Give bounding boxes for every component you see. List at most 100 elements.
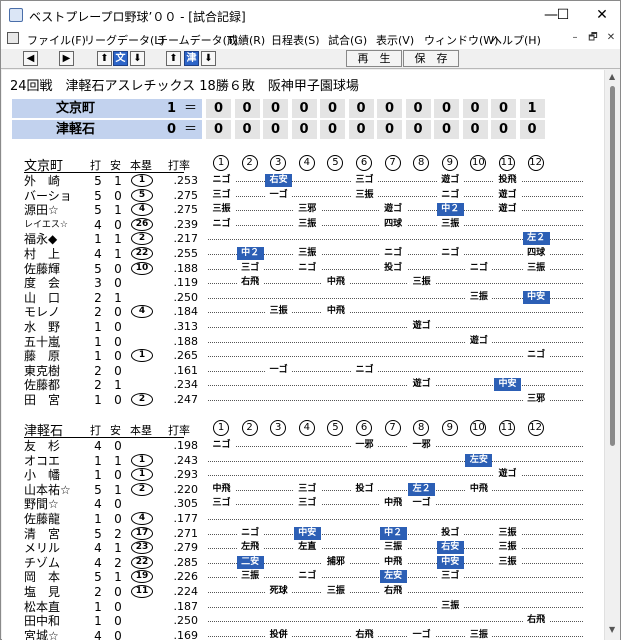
hits: 0 <box>114 393 122 407</box>
player-row: 村 上 4 1 22 .255 中２ 三振 ニゴ ニゴ 四球 <box>24 247 584 262</box>
prev-game-button[interactable]: ◀ <box>23 51 38 66</box>
at-bat-result: 三振 <box>494 541 521 555</box>
title-bar[interactable]: ベストプレープロ野球’００ - [試合記録] — ☐ ✕ <box>1 1 620 29</box>
menu-team-data[interactable]: チームデータ(T) <box>157 32 238 48</box>
team-tsugaruishi-button[interactable]: 津 <box>184 51 199 66</box>
save-button[interactable]: 保 存 <box>403 50 459 67</box>
at-bats: 2 <box>94 378 102 393</box>
batting-average: .253 <box>173 174 199 187</box>
scoreboard-inning-score: 0 <box>348 120 374 139</box>
home-runs-wrap: 1 <box>131 174 153 187</box>
at-bat-result: 右飛 <box>379 585 407 598</box>
menu-stats[interactable]: 成績(R) <box>227 32 265 48</box>
scroll-up-arrow-icon[interactable]: ▲ <box>609 73 617 81</box>
menu-window[interactable]: ウィンドウ(W) <box>424 32 498 48</box>
scroll-up-button-2[interactable]: ⬆ <box>166 51 181 66</box>
player-name[interactable]: チゾム <box>24 556 82 570</box>
player-name[interactable]: 東克樹 <box>24 364 82 378</box>
mdi-minimize-button[interactable]: – <box>567 31 583 46</box>
menu-view[interactable]: 表示(V) <box>376 32 414 48</box>
header-avg: 打率 <box>168 424 190 437</box>
at-bat-result: 遊ゴ <box>465 334 493 348</box>
menu-help[interactable]: ヘルプ(H) <box>491 32 541 48</box>
batting-average: .234 <box>173 378 199 392</box>
player-name[interactable]: 佐藤輝 <box>24 262 82 276</box>
player-row: 福永◆ 1 1 2.217 左２ <box>24 232 584 247</box>
mdi-close-button[interactable]: ✕ <box>603 31 619 46</box>
player-row: 宮城☆ 4 0 .169 投併 右飛 一ゴ 三振 <box>24 628 584 640</box>
player-row: バーショ 5 0 5 .275 三ゴ 一ゴ 三振 ニゴ 遊ゴ <box>24 188 584 204</box>
at-bat-result: 三邪 <box>522 393 550 406</box>
hits: 1 <box>114 174 122 188</box>
player-name[interactable]: 五十嵐 <box>24 335 82 349</box>
player-name[interactable]: 村 上 <box>24 247 82 261</box>
at-bat-result: 三ゴ <box>293 497 321 511</box>
batting-average: .220 <box>173 482 199 496</box>
player-name[interactable]: 佐藤都 <box>24 378 82 392</box>
menu-league-data[interactable]: リーグデータ(L) <box>84 32 165 48</box>
player-name[interactable]: 外 崎 <box>24 174 82 188</box>
at-bat-result: 左直 <box>293 541 321 555</box>
scoreboard-equals: ＝ <box>184 101 198 116</box>
document-icon[interactable] <box>7 32 19 44</box>
at-bat-result: 三ゴ <box>208 497 235 511</box>
player-name[interactable]: 岡 本 <box>24 570 82 584</box>
menu-game[interactable]: 試合(G) <box>328 32 367 48</box>
scroll-down-button-2[interactable]: ⬇ <box>201 51 216 66</box>
at-bat-result: 四球 <box>522 247 550 260</box>
team-bunkyo-button[interactable]: 文 <box>113 51 128 66</box>
at-bat-result: ニゴ <box>208 174 235 187</box>
next-game-button[interactable]: ▶ <box>59 51 74 66</box>
at-bat-result: 遊ゴ <box>494 188 521 202</box>
at-bats: 5 <box>94 203 102 218</box>
player-name[interactable]: 福永◆ <box>24 232 82 246</box>
home-runs: 4 <box>131 305 153 319</box>
menu-schedule[interactable]: 日程表(S) <box>271 32 320 48</box>
player-row: 山本祐☆ 5 1 2 .220 中飛 三ゴ 投ゴ 左２ 中飛 <box>24 482 584 498</box>
player-name[interactable]: 清 宮 <box>24 527 82 541</box>
player-name[interactable]: 佐藤龍 <box>24 512 82 526</box>
at-bat-result: ニゴ <box>236 526 264 540</box>
scroll-down-button-1[interactable]: ⬇ <box>130 51 145 66</box>
player-name[interactable]: 藤 原 <box>24 349 82 363</box>
scroll-up-button-1[interactable]: ⬆ <box>97 51 112 66</box>
player-name[interactable]: 源田☆ <box>24 203 82 217</box>
at-bat-result: 三振 <box>351 188 378 202</box>
player-name[interactable]: 松本直 <box>24 600 82 614</box>
at-bat-result: ニゴ <box>293 570 321 584</box>
home-runs: 2 <box>131 232 153 246</box>
scoreboard-total-runs: 0 <box>166 122 176 137</box>
close-button[interactable]: ✕ <box>579 1 621 29</box>
player-name[interactable]: 塩 見 <box>24 585 82 599</box>
home-runs-wrap: 11 <box>131 585 153 598</box>
vertical-scrollbar[interactable]: ▲ ▼ <box>604 70 620 640</box>
player-name[interactable]: オコエ <box>24 454 82 468</box>
batting-average: .239 <box>173 217 199 231</box>
player-name[interactable]: 野間☆ <box>24 497 82 511</box>
home-runs-wrap: 4 <box>131 305 153 319</box>
player-name[interactable]: バーショ <box>24 189 82 203</box>
scroll-down-arrow-icon[interactable]: ▼ <box>609 626 617 634</box>
player-name[interactable]: メリル <box>24 541 82 555</box>
player-name[interactable]: 宮城☆ <box>24 629 82 640</box>
inning-header-6: 6 <box>356 155 372 171</box>
player-name[interactable]: 田 宮 <box>24 393 82 407</box>
player-name[interactable]: 山 口 <box>24 291 82 305</box>
mdi-restore-button[interactable]: 🗗 <box>585 31 601 46</box>
player-name[interactable]: 友 杉 <box>24 439 82 453</box>
scoreboard-total-runs: 1 <box>166 101 176 116</box>
scoreboard-inning-score: 0 <box>434 99 459 118</box>
player-name[interactable]: 小 幡 <box>24 468 82 482</box>
scoreboard-inning-score: 0 <box>348 99 374 118</box>
player-name[interactable]: 度 会 <box>24 276 82 290</box>
scroll-thumb[interactable] <box>610 86 615 446</box>
player-name[interactable]: 田中和 <box>24 614 82 628</box>
player-name[interactable]: レイエス☆ <box>24 218 82 232</box>
at-bats: 2 <box>94 305 102 320</box>
player-name[interactable]: モレノ <box>24 305 82 319</box>
player-name[interactable]: 山本祐☆ <box>24 483 82 497</box>
menu-file[interactable]: ファイル(F) <box>27 32 86 48</box>
replay-button[interactable]: 再 生 <box>346 50 402 67</box>
batting-header: 文京町打安本塁 打率 1 2 3 4 5 6 7 8 9 10 11 12 <box>24 155 584 174</box>
player-name[interactable]: 水 野 <box>24 320 82 334</box>
